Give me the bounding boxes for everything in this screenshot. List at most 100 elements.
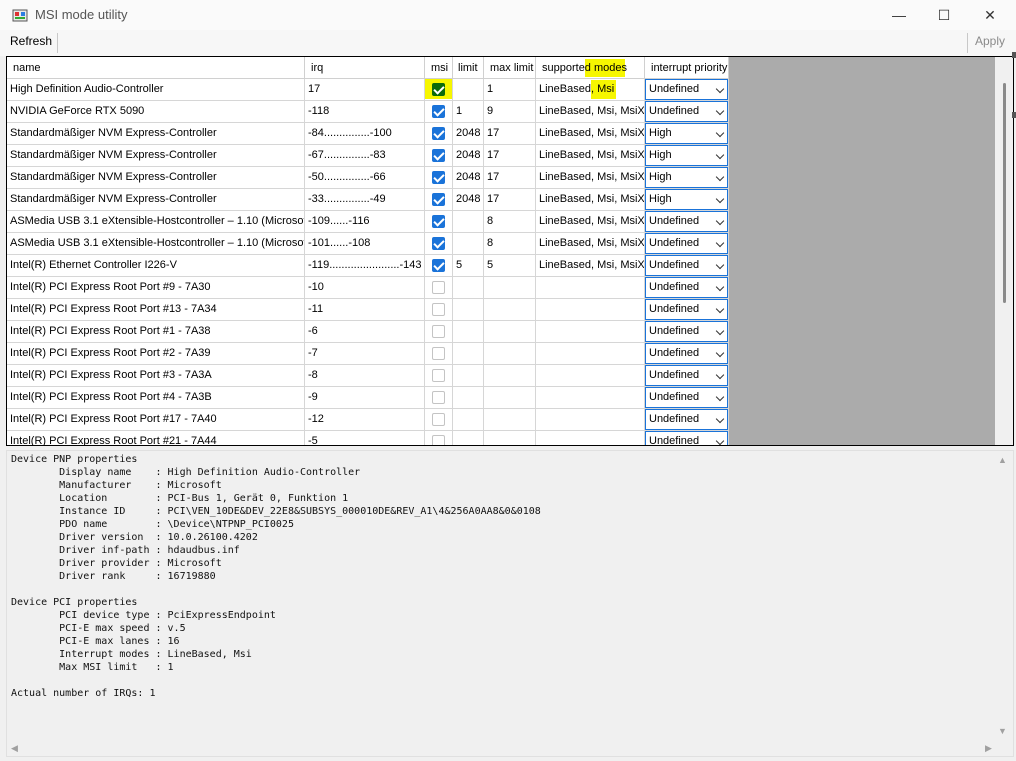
cell-limit[interactable]: [453, 211, 484, 232]
cell-limit[interactable]: 2048: [453, 145, 484, 166]
cell-limit[interactable]: 2048: [453, 189, 484, 210]
table-row[interactable]: ASMedia USB 3.1 eXtensible-Hostcontrolle…: [7, 233, 729, 255]
cell-name: Standardmäßiger NVM Express-Controller: [7, 123, 305, 144]
cell-limit[interactable]: [453, 431, 484, 445]
refresh-button[interactable]: Refresh: [10, 34, 52, 48]
minimize-button[interactable]: —: [876, 0, 922, 30]
table-row[interactable]: Standardmäßiger NVM Express-Controller -3…: [7, 189, 729, 211]
header-interrupt-priority[interactable]: interrupt priority: [645, 57, 729, 79]
priority-select[interactable]: Undefined: [645, 277, 728, 298]
priority-select[interactable]: Undefined: [645, 101, 728, 122]
header-max-limit[interactable]: max limit: [484, 57, 536, 79]
table-row[interactable]: Intel(R) PCI Express Root Port #3 - 7A3A…: [7, 365, 729, 387]
table-row[interactable]: Intel(R) PCI Express Root Port #4 - 7A3B…: [7, 387, 729, 409]
cell-supported-modes: LineBased, Msi, MsiX: [536, 233, 645, 254]
priority-select[interactable]: Undefined: [645, 79, 728, 100]
apply-button[interactable]: Apply: [975, 34, 1005, 48]
scroll-right-icon[interactable]: ▶: [985, 743, 992, 754]
msi-checkbox[interactable]: [432, 149, 445, 162]
cell-max-limit: [484, 387, 536, 408]
maximize-button[interactable]: ☐: [921, 0, 967, 30]
cell-limit[interactable]: [453, 365, 484, 386]
priority-select[interactable]: High: [645, 123, 728, 144]
table-row[interactable]: Standardmäßiger NVM Express-Controller -8…: [7, 123, 729, 145]
table-row[interactable]: Intel(R) PCI Express Root Port #2 - 7A39…: [7, 343, 729, 365]
table-row[interactable]: Intel(R) PCI Express Root Port #13 - 7A3…: [7, 299, 729, 321]
device-grid[interactable]: name irq msi limit max limit supported m…: [6, 56, 1014, 446]
table-row[interactable]: Intel(R) PCI Express Root Port #1 - 7A38…: [7, 321, 729, 343]
table-row[interactable]: Intel(R) PCI Express Root Port #21 - 7A4…: [7, 431, 729, 445]
priority-select[interactable]: Undefined: [645, 365, 728, 386]
grid-vertical-scrollbar[interactable]: [995, 57, 1013, 445]
scroll-left-icon[interactable]: ◀: [11, 743, 18, 754]
table-row[interactable]: Standardmäßiger NVM Express-Controller -5…: [7, 167, 729, 189]
cell-name: Intel(R) Ethernet Controller I226-V: [7, 255, 305, 276]
cell-supported-modes: LineBased, Msi, MsiX: [536, 211, 645, 232]
header-irq[interactable]: irq: [305, 57, 425, 79]
cell-max-limit: [484, 409, 536, 430]
msi-checkbox[interactable]: [432, 215, 445, 228]
table-row[interactable]: ASMedia USB 3.1 eXtensible-Hostcontrolle…: [7, 211, 729, 233]
cell-limit[interactable]: [453, 321, 484, 342]
msi-checkbox[interactable]: [432, 347, 445, 360]
priority-select[interactable]: High: [645, 167, 728, 188]
msi-checkbox[interactable]: [432, 281, 445, 294]
priority-select[interactable]: Undefined: [645, 387, 728, 408]
cell-limit[interactable]: [453, 387, 484, 408]
cell-limit[interactable]: [453, 343, 484, 364]
header-supported-modes[interactable]: supported modes: [536, 57, 645, 79]
cell-limit[interactable]: [453, 299, 484, 320]
priority-select[interactable]: Undefined: [645, 321, 728, 342]
priority-select[interactable]: Undefined: [645, 431, 728, 445]
chevron-down-icon: [715, 194, 725, 204]
cell-limit[interactable]: 5: [453, 255, 484, 276]
msi-checkbox[interactable]: [432, 413, 445, 426]
cell-limit[interactable]: [453, 277, 484, 298]
header-msi[interactable]: msi: [425, 57, 453, 79]
cell-limit[interactable]: [453, 79, 484, 100]
msi-checkbox[interactable]: [432, 259, 445, 272]
table-row[interactable]: High Definition Audio-Controller 17 1 LineB…: [7, 79, 729, 101]
table-row[interactable]: Intel(R) PCI Express Root Port #9 - 7A30…: [7, 277, 729, 299]
header-limit[interactable]: limit: [453, 57, 484, 79]
chevron-down-icon: [715, 370, 725, 380]
device-properties-panel[interactable]: Device PNP properties Display name : Hig…: [6, 450, 1014, 757]
cell-msi: [425, 79, 453, 100]
msi-checkbox[interactable]: [432, 391, 445, 404]
cell-limit[interactable]: [453, 233, 484, 254]
cell-limit[interactable]: 2048: [453, 167, 484, 188]
cell-limit[interactable]: 2048: [453, 123, 484, 144]
cell-limit[interactable]: [453, 409, 484, 430]
grid-scrollbar-thumb[interactable]: [1003, 83, 1006, 303]
table-row[interactable]: NVIDIA GeForce RTX 5090 -118 1 9 LineBased, …: [7, 101, 729, 123]
scroll-up-icon[interactable]: ▲: [998, 455, 1007, 465]
msi-checkbox[interactable]: [432, 127, 445, 140]
priority-select[interactable]: Undefined: [645, 343, 728, 364]
close-button[interactable]: ✕: [967, 0, 1013, 30]
scroll-down-icon[interactable]: ▼: [998, 726, 1007, 736]
priority-select[interactable]: High: [645, 145, 728, 166]
msi-checkbox[interactable]: [432, 83, 445, 96]
priority-select[interactable]: Undefined: [645, 409, 728, 430]
msi-checkbox[interactable]: [432, 193, 445, 206]
priority-select[interactable]: High: [645, 189, 728, 210]
msi-checkbox[interactable]: [432, 303, 445, 316]
msi-checkbox[interactable]: [432, 105, 445, 118]
priority-select[interactable]: Undefined: [645, 233, 728, 254]
msi-checkbox[interactable]: [432, 325, 445, 338]
msi-checkbox[interactable]: [432, 369, 445, 382]
msi-checkbox[interactable]: [432, 171, 445, 184]
table-row[interactable]: Intel(R) PCI Express Root Port #17 - 7A4…: [7, 409, 729, 431]
table-row[interactable]: Standardmäßiger NVM Express-Controller -6…: [7, 145, 729, 167]
toolbar-separator-right: [967, 33, 968, 53]
priority-select[interactable]: Undefined: [645, 299, 728, 320]
header-name[interactable]: name: [7, 57, 305, 79]
msi-checkbox[interactable]: [432, 435, 445, 445]
priority-select[interactable]: Undefined: [645, 211, 728, 232]
priority-select[interactable]: Undefined: [645, 255, 728, 276]
table-row[interactable]: Intel(R) Ethernet Controller I226-V -119.…: [7, 255, 729, 277]
cell-limit[interactable]: 1: [453, 101, 484, 122]
msi-checkbox[interactable]: [432, 237, 445, 250]
cell-irq: -10: [305, 277, 425, 298]
cell-supported-modes-text: LineBased, Msi, MsiX: [539, 171, 645, 183]
